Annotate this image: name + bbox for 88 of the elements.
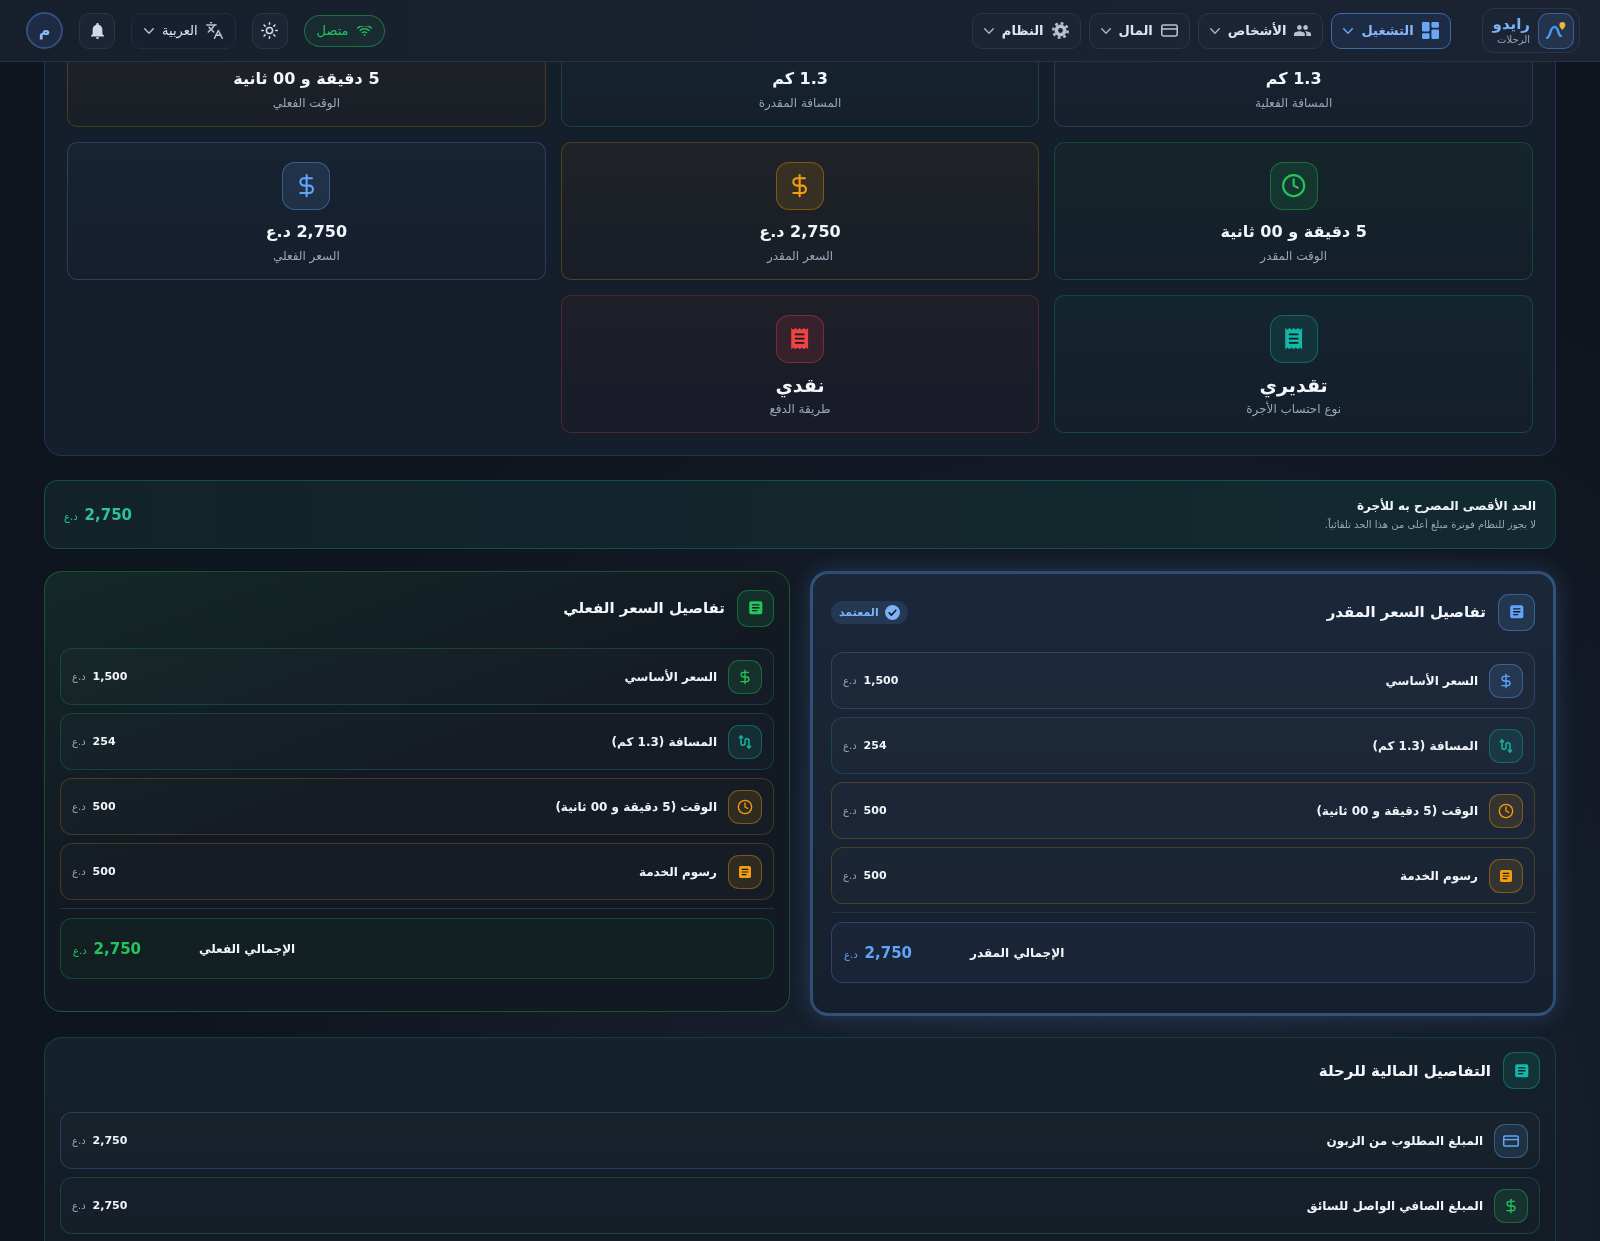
nav-menu-button[interactable]: التشغيل [1331,12,1451,49]
panel-title: تفاصيل السعر الفعلي [563,599,725,617]
stat-value: نقدي [775,373,825,397]
currency-label: د.ع [72,671,86,682]
stat-value: 5 دقيقة و 00 ثانية [233,68,380,90]
stat-label: السعر الفعلي [272,248,340,265]
check-circle-icon [884,604,900,620]
max-fare-title: الحد الأقصى المصرح به للأجرة [1356,499,1536,513]
caret-icon [1343,27,1354,34]
currency-label: د.ع [844,948,858,960]
stat-value: 2,750 د.ع [265,221,348,243]
stat-label: المسافة الفعلية [1255,95,1333,112]
connection-status-label: متصل [316,23,349,38]
row-amount: 1,500 [863,674,899,687]
currency-label: د.ع [843,805,857,816]
row-amount: 500 [92,800,116,813]
brand-name: رايدو [1492,15,1530,33]
people-icon [1294,22,1312,39]
max-fare-amount: 2,750 [84,505,133,524]
nav-menu-button[interactable]: النظام [971,12,1081,49]
total-label: الإجمالي المقدر [970,945,1065,960]
currency-label: د.ع [72,1200,86,1211]
currency-label: د.ع [72,736,86,747]
stat-value: 1.3 كم [1265,68,1322,90]
translate-icon [205,22,223,39]
caret-icon [1100,27,1111,34]
row-label: الوقت (5 دقيقة و 00 ثانية) [1316,803,1478,818]
max-fare-note: لا يجوز للنظام فوترة مبلغ أعلى من هذا الحد تلقائياً. [1324,519,1536,530]
row-label: رسوم الخدمة [1399,868,1478,883]
row-amount: 2,750 [92,1134,128,1147]
stat-value: 1.3 كم [772,68,828,90]
gear-icon [1051,22,1069,39]
currency-label: د.ع [843,870,857,881]
stat-label: طريقة الدفع [769,401,831,418]
row-label: رسوم الخدمة [638,864,717,879]
nav-menu-button[interactable]: المال [1088,12,1190,49]
row-label: المبلغ المطلوب من الزبون [1326,1133,1483,1148]
row-label: المبلغ الصافي الواصل للسائق [1306,1198,1483,1213]
row-amount: 254 [863,739,887,752]
language-button[interactable]: العربية [131,12,236,49]
bell-icon [90,22,104,39]
row-amount: 500 [92,865,116,878]
row-amount: 2,750 [92,1199,128,1212]
brand-logo[interactable]: رايدو الرحلات [1481,8,1580,53]
currency-label: د.ع [64,510,78,522]
row-label: السعر الأساسي [1385,673,1478,688]
row-amount: 500 [863,804,887,817]
dashboard-icon [1421,22,1439,39]
notifications-button[interactable] [79,12,115,49]
badge-label: المعتمد [839,605,879,619]
stat-value: 2,750 د.ع [759,221,841,243]
section-title: التفاصيل المالية للرحلة [1318,1061,1491,1080]
stat-label: الوقت الفعلي [272,95,341,112]
currency-label: د.ع [843,740,857,751]
sun-icon [261,22,279,39]
currency-label: د.ع [72,1135,86,1146]
credit-card-icon [1160,22,1178,39]
total-label: الإجمالي الفعلي [199,941,296,956]
currency-label: د.ع [72,866,86,877]
row-label: المسافة (1.3 كم) [611,734,717,749]
total-amount: 2,750 [864,943,913,962]
brand-subtitle: الرحلات [1497,33,1530,46]
stat-label: الوقت المقدر [1260,248,1327,265]
route-logo-icon [1538,12,1574,49]
row-label: السعر الأساسي [624,669,717,684]
row-amount: 1,500 [92,670,128,683]
total-amount: 2,750 [93,939,142,958]
list-icon [1503,1052,1540,1089]
row-amount: 254 [92,735,116,748]
panel-title: تفاصيل السعر المقدر [1326,603,1486,621]
stat-value: 5 دقيقة و 00 ثانية [1220,221,1367,243]
currency-label: د.ع [73,944,87,956]
stat-label: السعر المقدر [767,248,833,265]
currency-label: د.ع [72,801,86,812]
nav-menu-button[interactable]: الأشخاص [1197,12,1324,49]
currency-label: د.ع [843,675,857,686]
row-amount: 500 [863,869,887,882]
row-label: المسافة (1.3 كم) [1372,738,1478,753]
stat-value: تقديري [1259,373,1328,397]
theme-toggle-button[interactable] [251,12,288,49]
caret-icon [983,27,994,34]
caret-icon [144,27,154,34]
stat-label: المسافة المقدرة [758,95,842,112]
stat-label: نوع احتساب الأجرة [1246,400,1342,418]
caret-icon [1209,27,1220,34]
row-label: الوقت (5 دقيقة و 00 ثانية) [555,799,717,814]
avatar-button[interactable]: م [26,12,63,49]
wifi-icon [356,25,372,36]
